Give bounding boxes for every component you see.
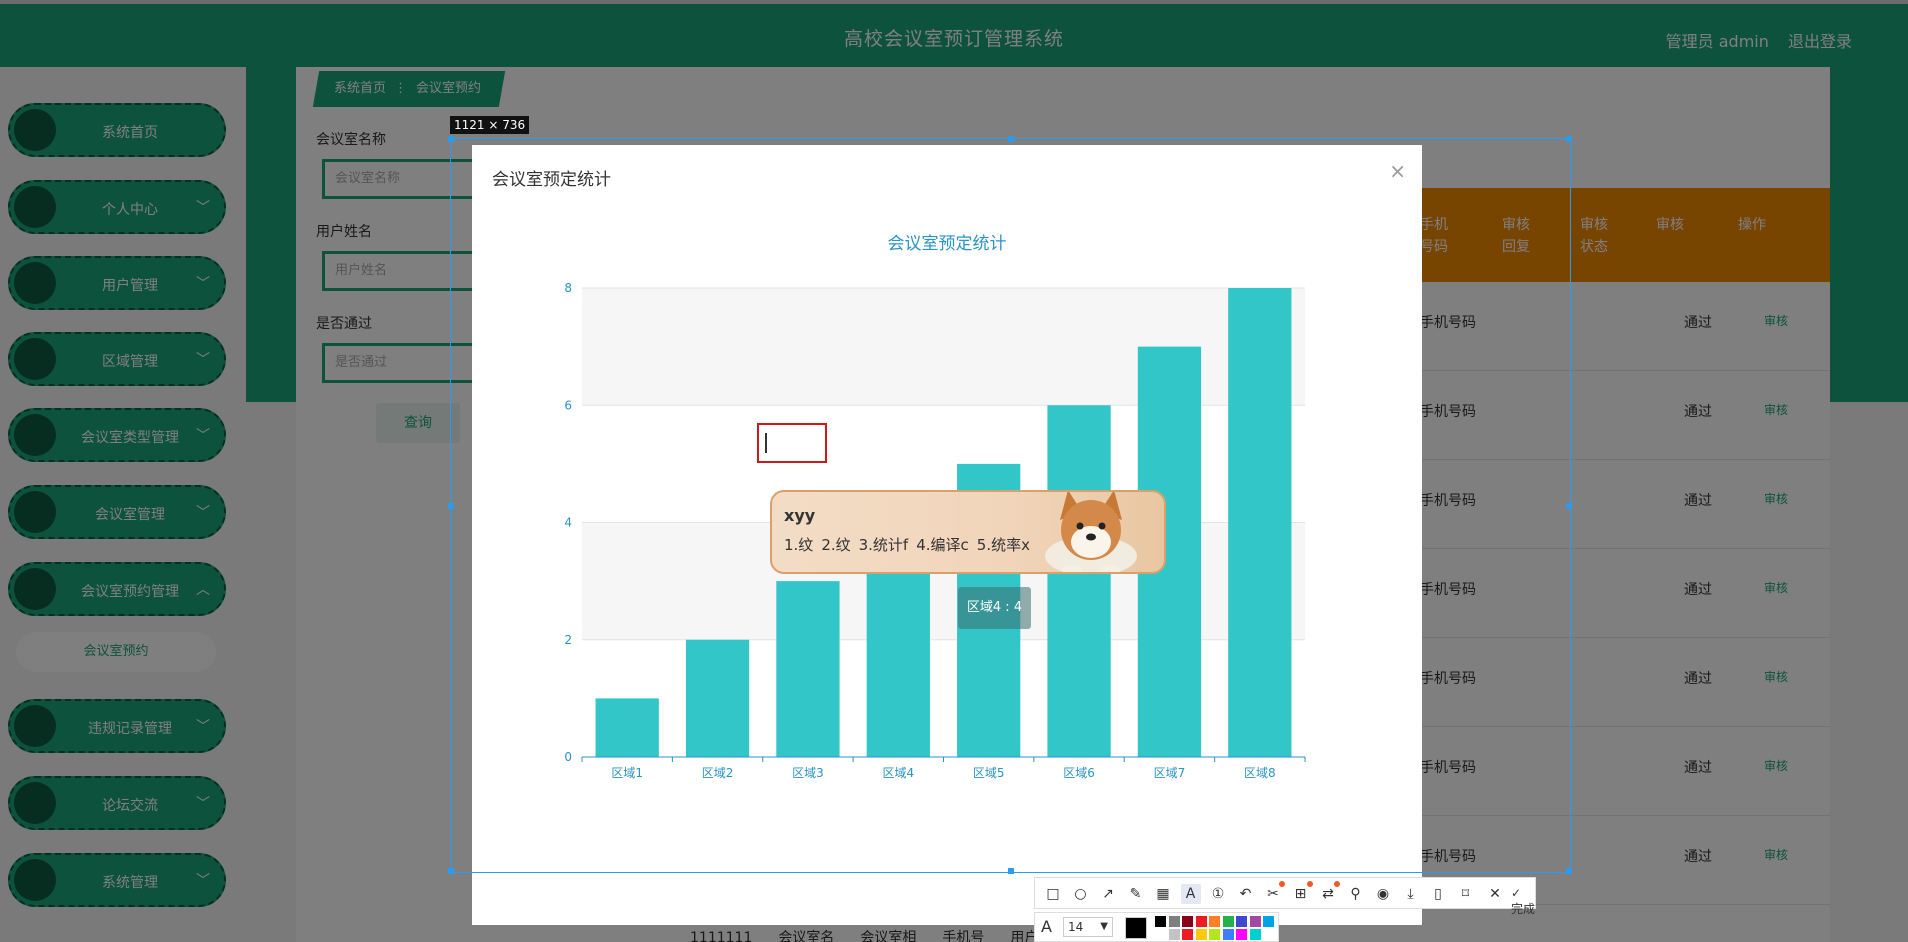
resize-handle[interactable] [1566, 503, 1572, 509]
screenshot-toolbar: ✓ 完成 □ ○ ↗ ✎ ▦ A ① ↶ ✂ ⊞ ⇄ ⚲ ◉ ⤓ ▯ ⌑ ✕ [1034, 877, 1536, 916]
color-swatch[interactable] [1168, 929, 1180, 940]
color-swatch[interactable] [1236, 916, 1247, 927]
color-swatch[interactable] [1155, 916, 1166, 927]
color-swatch[interactable] [1263, 916, 1274, 927]
pen-icon[interactable]: ✎ [1126, 884, 1146, 904]
text-icon[interactable]: A [1180, 884, 1201, 904]
undo-icon[interactable]: ↶ [1236, 884, 1256, 904]
color-swatch[interactable] [1195, 916, 1207, 927]
resize-handle[interactable] [1008, 136, 1014, 142]
color-swatch[interactable] [1236, 929, 1247, 940]
mosaic-icon[interactable]: ▦ [1153, 884, 1173, 904]
ime-candidate-window[interactable]: xyy 1.纹 2.纹 3.统计f 4.编译c 5.统率x [770, 490, 1166, 574]
translate-icon[interactable]: ⇄ [1318, 884, 1338, 904]
annotation-text-box[interactable] [757, 423, 827, 463]
pin-icon[interactable]: ⚲ [1346, 884, 1366, 904]
ime-composition: xyy [784, 506, 816, 525]
new-badge-dot [1334, 881, 1340, 887]
resize-handle[interactable] [1008, 868, 1014, 874]
color-swatch[interactable] [1195, 929, 1207, 940]
color-swatch[interactable] [1249, 916, 1261, 927]
phone-icon[interactable]: ▯ [1428, 884, 1448, 904]
color-swatch[interactable] [1209, 916, 1220, 927]
record-icon[interactable]: ◉ [1373, 884, 1393, 904]
current-color-swatch[interactable] [1125, 917, 1147, 939]
ime-candidate[interactable]: 4.编译c [916, 536, 969, 554]
resize-handle[interactable] [1566, 136, 1572, 142]
text-caret [765, 433, 767, 453]
arrow-icon[interactable]: ↗ [1098, 884, 1118, 904]
color-swatch[interactable] [1249, 929, 1261, 940]
font-icon: A [1041, 917, 1052, 936]
bookmark-icon[interactable]: ⌑ [1456, 884, 1476, 904]
resize-handle[interactable] [448, 503, 454, 509]
color-swatch[interactable] [1222, 929, 1234, 940]
color-swatch[interactable] [1209, 929, 1220, 940]
ime-candidates[interactable]: 1.纹 2.纹 3.统计f 4.编译c 5.统率x [784, 534, 1038, 555]
chart-tooltip: 区域4 : 4 [958, 587, 1031, 629]
resize-handle[interactable] [448, 868, 454, 874]
ime-candidate[interactable]: 3.统计f [859, 536, 909, 554]
done-button[interactable]: ✓ 完成 [1511, 886, 1535, 917]
cut-icon[interactable]: ✂ [1263, 884, 1283, 904]
font-size-select[interactable]: 14 ▼ [1063, 917, 1113, 937]
resize-handle[interactable] [448, 136, 454, 142]
resize-handle[interactable] [1566, 868, 1572, 874]
color-swatch[interactable] [1155, 929, 1166, 940]
number-icon[interactable]: ① [1208, 884, 1228, 904]
color-swatch[interactable] [1182, 916, 1193, 927]
download-icon[interactable]: ⤓ [1401, 884, 1421, 904]
ime-candidate[interactable]: 5.统率x [977, 536, 1030, 554]
ellipse-icon[interactable]: ○ [1071, 884, 1091, 904]
shiba-dog-icon [1045, 492, 1137, 572]
ocr-icon[interactable]: ⊞ [1291, 884, 1311, 904]
new-badge-dot [1306, 881, 1313, 887]
selection-size-label: 1121 × 736 [450, 116, 530, 134]
color-swatch[interactable] [1168, 916, 1180, 927]
ime-candidate[interactable]: 2.纹 [821, 536, 850, 554]
color-swatch[interactable] [1222, 916, 1234, 927]
rect-icon[interactable]: □ [1043, 884, 1063, 904]
new-badge-dot [1279, 881, 1285, 887]
close-icon[interactable]: ✕ [1485, 884, 1505, 904]
text-style-toolbar: A 14 ▼ [1034, 912, 1279, 942]
ime-candidate[interactable]: 1.纹 [784, 536, 813, 554]
color-swatch[interactable] [1182, 929, 1193, 940]
